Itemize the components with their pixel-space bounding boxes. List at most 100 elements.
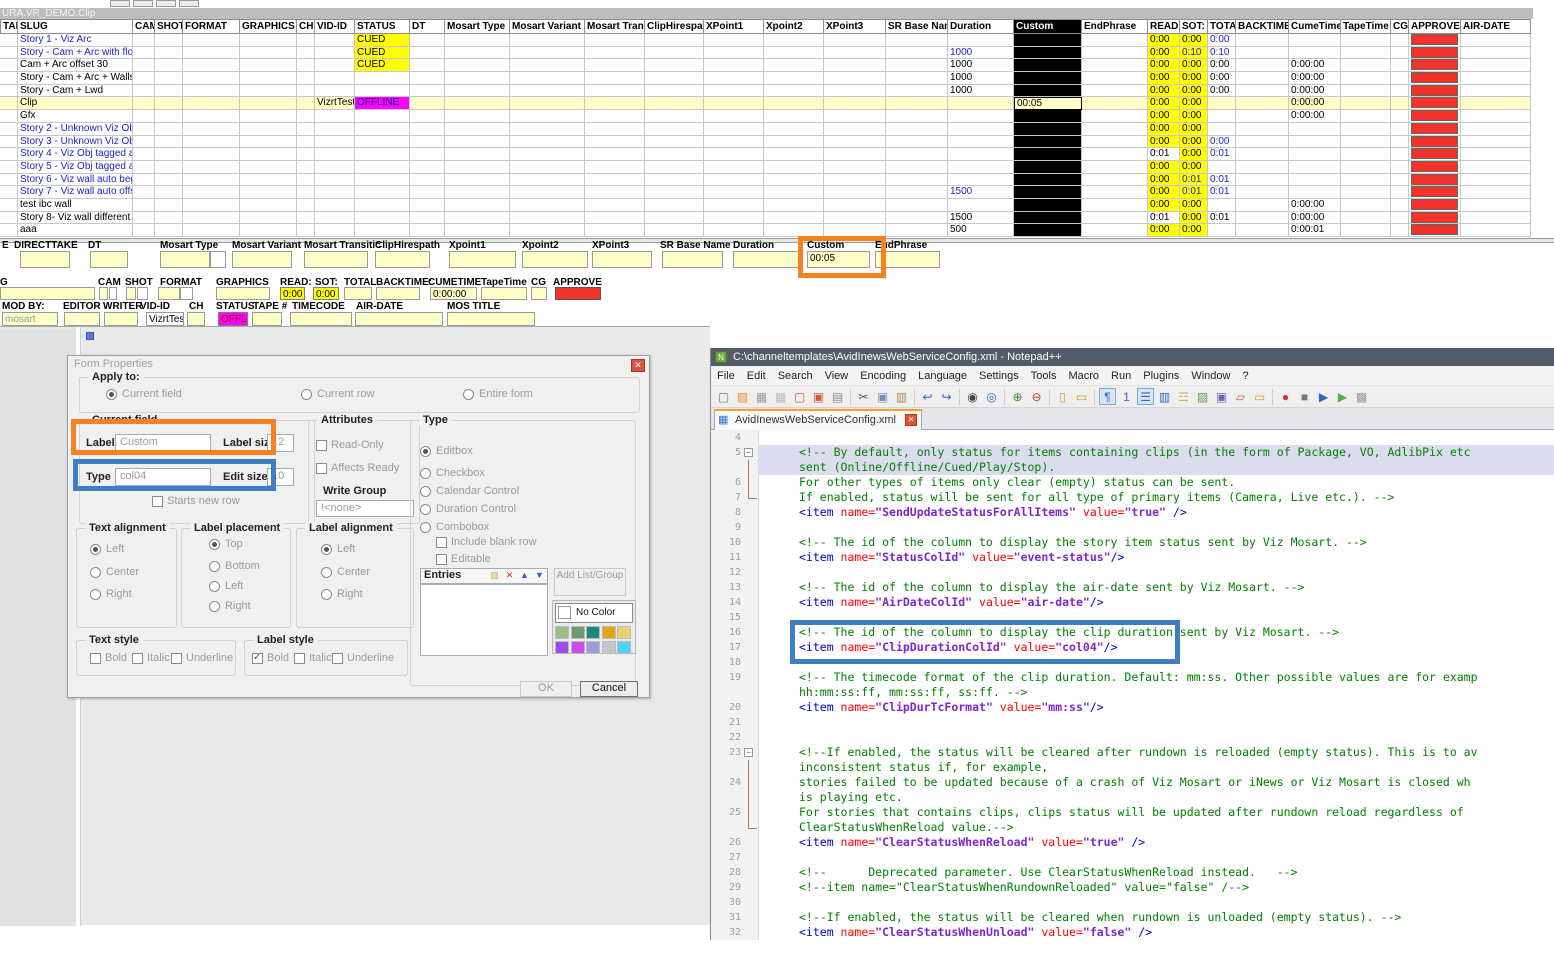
column-header-mtrans[interactable]: Mosart Transitio — [585, 19, 645, 34]
checkbox-bold[interactable] — [252, 653, 263, 664]
form-field[interactable] — [304, 251, 368, 268]
form-field[interactable] — [64, 312, 100, 326]
column-header-cg[interactable]: CG — [1391, 19, 1409, 34]
open-folder-icon[interactable]: ▧ — [734, 388, 751, 405]
edit-size-input[interactable]: 10 — [267, 468, 294, 486]
checkbox-include-blank-row[interactable] — [436, 537, 447, 548]
radio-combobox[interactable] — [420, 522, 431, 533]
zoom-out-icon[interactable]: ⊖ — [1028, 388, 1045, 405]
sync-scroll-h-icon[interactable]: ▭ — [1073, 388, 1090, 405]
entries-up-icon[interactable]: ▲ — [518, 569, 531, 581]
form-field[interactable] — [449, 251, 516, 268]
checkbox-italic[interactable] — [132, 653, 143, 664]
radio-entire-form[interactable] — [463, 389, 474, 400]
radio-center[interactable] — [90, 567, 101, 578]
menu-?[interactable]: ? — [1236, 367, 1254, 382]
form-field[interactable] — [187, 312, 205, 326]
indent-guide-icon[interactable]: ☰ — [1137, 388, 1154, 405]
entries-new-icon[interactable]: ▨ — [488, 569, 501, 581]
folder-workspace-icon[interactable]: ▨ — [1194, 388, 1211, 405]
menu-edit[interactable]: Edit — [741, 367, 772, 382]
column-header-back[interactable]: BACKTIME — [1236, 19, 1289, 34]
table-row[interactable]: ClipVizrtTest1OFFLINE00:050:000:000:00:0… — [0, 97, 1531, 110]
paste-icon[interactable]: ▥ — [893, 388, 910, 405]
radio-top[interactable] — [209, 539, 220, 550]
table-row[interactable]: Story - Cam + Lwd10000:000:000:000:00:00 — [0, 85, 1531, 98]
checkbox-italic[interactable] — [294, 653, 305, 664]
form-field[interactable] — [355, 312, 443, 326]
checkbox-underline[interactable] — [332, 653, 343, 664]
radio-left[interactable] — [209, 581, 220, 592]
radio-right[interactable] — [90, 589, 101, 600]
menu-plugins[interactable]: Plugins — [1137, 367, 1185, 382]
color-swatch[interactable] — [586, 626, 600, 639]
radio-checkbox[interactable] — [420, 468, 431, 479]
column-header-tota[interactable]: TOTA — [1208, 19, 1236, 34]
radio-center[interactable] — [321, 567, 332, 578]
save-macro-icon[interactable]: ▶ — [1334, 388, 1351, 405]
tab-avidinewswebserviceconfig[interactable]: ▦ AvidInewsWebServiceConfig.xml ✕ — [714, 409, 922, 430]
column-header-end[interactable]: EndPhrase — [1082, 19, 1148, 34]
form-field[interactable]: 0:00 — [280, 287, 305, 300]
table-row[interactable]: aaa5000:000:000:00:01 — [0, 224, 1531, 237]
fold-marker-icon[interactable]: − — [744, 748, 753, 757]
menu-run[interactable]: Run — [1105, 367, 1137, 382]
column-header-xp2[interactable]: Xpoint2 — [764, 19, 824, 34]
table-row[interactable]: Story 2 - Unknown Viz Obj - v0:000:00 — [0, 123, 1531, 136]
table-row[interactable]: Cam + Arc offset 30CUED10000:000:000:000… — [0, 59, 1531, 72]
table-row[interactable]: Story 5 - Viz Obj tagged as0:000:00 — [0, 161, 1531, 174]
form-field[interactable] — [875, 251, 940, 268]
form-field[interactable] — [376, 287, 420, 300]
form-field[interactable] — [531, 287, 547, 300]
menu-language[interactable]: Language — [912, 367, 973, 382]
column-header-air[interactable]: AIR-DATE — [1461, 19, 1531, 34]
form-field[interactable] — [180, 287, 193, 300]
form-field[interactable] — [733, 251, 800, 268]
label-size-input[interactable]: 12 — [267, 434, 294, 452]
entries-list[interactable] — [420, 584, 548, 656]
radio-left[interactable] — [90, 544, 101, 555]
color-swatch[interactable] — [571, 626, 585, 639]
radio-bottom[interactable] — [209, 561, 220, 572]
record-macro-icon[interactable]: ● — [1277, 388, 1294, 405]
radio-calendar-control[interactable] — [420, 486, 431, 497]
column-header-shot[interactable]: SHOT — [155, 19, 183, 34]
checkbox-editable[interactable] — [436, 554, 447, 565]
menu-macro[interactable]: Macro — [1062, 367, 1105, 382]
window-button[interactable] — [179, 0, 199, 7]
column-header-tape[interactable]: TapeTime — [1341, 19, 1391, 34]
print-icon[interactable]: ▤ — [829, 388, 846, 405]
form-field[interactable]: 0:00 — [313, 287, 339, 300]
column-header-ch[interactable]: CH — [297, 19, 315, 34]
form-field[interactable] — [109, 287, 117, 300]
column-header-cume[interactable]: CumeTime — [1289, 19, 1341, 34]
new-file-icon[interactable]: ▢ — [715, 388, 732, 405]
column-header-dt[interactable]: DT — [410, 19, 445, 34]
form-field[interactable] — [210, 251, 226, 268]
table-row[interactable]: Story 8- Viz wall different mo15000:010:… — [0, 212, 1531, 225]
word-wrap-icon[interactable]: ¶ — [1099, 388, 1116, 405]
close-icon[interactable]: ✕ — [631, 359, 645, 372]
menu-encoding[interactable]: Encoding — [854, 367, 912, 382]
column-header-status[interactable]: STATUS — [355, 19, 410, 34]
column-header-sr[interactable]: SR Base Name — [886, 19, 948, 34]
form-field[interactable] — [375, 251, 430, 268]
form-field[interactable]: VizrtTest1 — [146, 312, 184, 326]
write-group-input[interactable]: !<none> — [316, 500, 414, 517]
form-field[interactable] — [344, 287, 372, 300]
menu-window[interactable]: Window — [1185, 367, 1236, 382]
form-field[interactable] — [104, 312, 138, 326]
form-field[interactable] — [0, 287, 95, 300]
column-header-xp1[interactable]: XPoint1 — [704, 19, 764, 34]
column-header-mtype[interactable]: Mosart Type — [445, 19, 510, 34]
save-all-icon[interactable]: ▦ — [772, 388, 789, 405]
form-field[interactable] — [481, 287, 527, 300]
form-field[interactable] — [290, 312, 352, 326]
save-icon[interactable]: ▦ — [753, 388, 770, 405]
form-field[interactable]: mosart — [2, 312, 58, 326]
column-header-cliph[interactable]: ClipHirespath — [645, 19, 704, 34]
radio-duration-control[interactable] — [420, 504, 431, 515]
stop-macro-icon[interactable]: ■ — [1296, 388, 1313, 405]
column-header-vid[interactable]: VID-ID — [315, 19, 355, 34]
form-field[interactable] — [232, 251, 292, 268]
